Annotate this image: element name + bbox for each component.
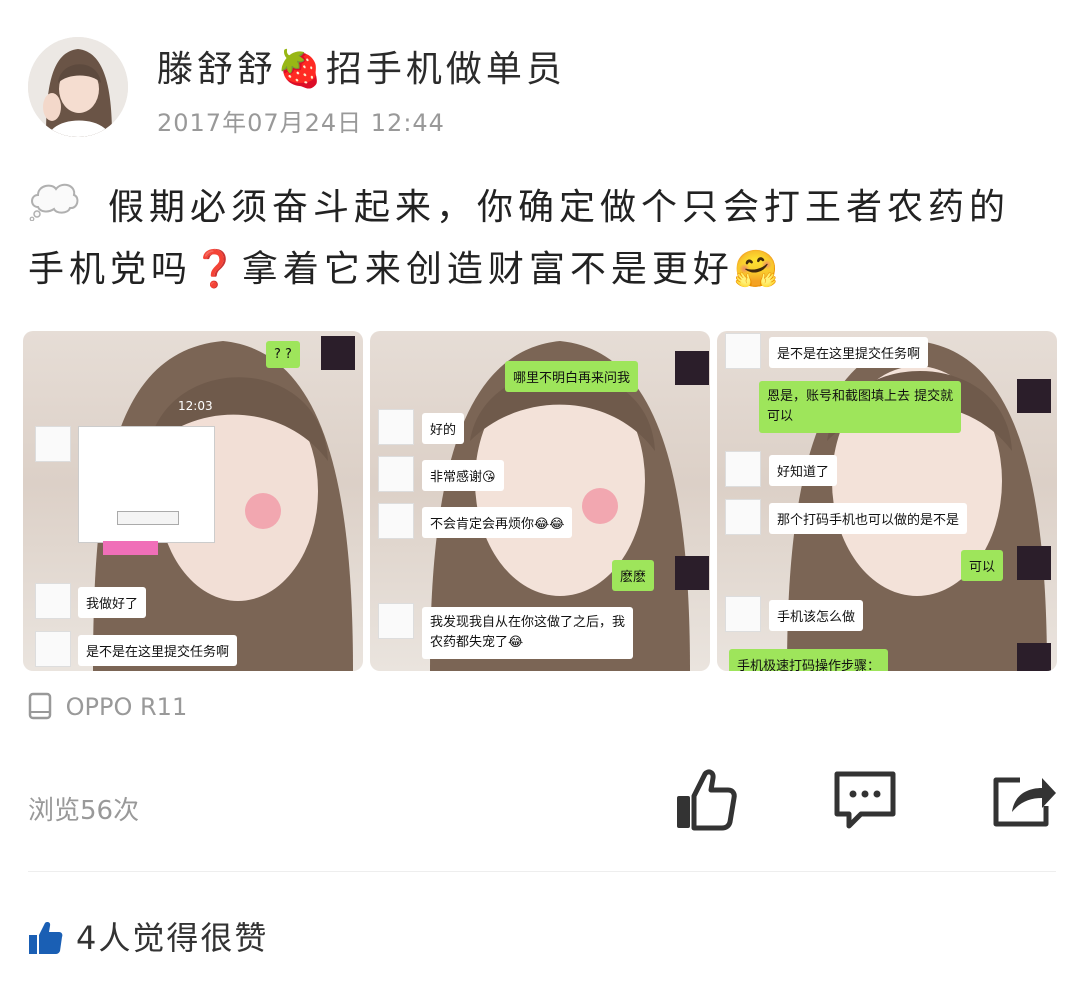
device-info: OPPO R11 bbox=[28, 692, 187, 721]
view-count: 浏览56次 bbox=[28, 796, 140, 826]
chat-bubble-line: 我发现我自从在你这做了之后，我 bbox=[430, 615, 626, 630]
chat-avatar bbox=[725, 333, 761, 369]
chat-bubble: 手机该怎么做 bbox=[769, 600, 864, 631]
thought-bubble-icon bbox=[28, 179, 80, 240]
chat-bubble: 那个打码手机也可以做的是不是 bbox=[769, 503, 968, 534]
chat-bubble: 哪里不明白再来问我 bbox=[505, 361, 639, 392]
chat-avatar bbox=[675, 351, 709, 385]
divider bbox=[28, 871, 1056, 872]
phone-icon bbox=[28, 692, 66, 721]
chat-bubble: 可以 bbox=[961, 550, 1004, 581]
likes-summary[interactable]: 4人觉得很赞 bbox=[28, 913, 268, 959]
chat-avatar bbox=[35, 426, 71, 462]
dialog-box bbox=[78, 426, 215, 543]
dialog-button bbox=[117, 511, 179, 525]
chat-bubble: 麽麽 bbox=[612, 560, 655, 591]
chat-avatar bbox=[35, 583, 71, 619]
chat-bubble-line: 可以 bbox=[767, 409, 794, 424]
chat-avatar bbox=[321, 336, 355, 370]
chat-avatar bbox=[378, 603, 414, 639]
chat-avatar bbox=[725, 451, 761, 487]
chat-avatar bbox=[1017, 379, 1051, 413]
device-name: OPPO R11 bbox=[65, 693, 188, 721]
like-button[interactable] bbox=[672, 766, 742, 836]
share-icon bbox=[993, 777, 1056, 827]
chat-bubble: 好知道了 bbox=[769, 455, 838, 486]
chat-avatar bbox=[675, 556, 709, 590]
comment-icon bbox=[834, 771, 896, 829]
chat-avatar bbox=[1017, 643, 1051, 671]
thumbs-up-icon bbox=[28, 919, 76, 957]
post-photo-2[interactable]: 哪里不明白再来问我 好的 非常感谢😘 不会肯定会再烦你😂😂 麽麽 我发现我自从在… bbox=[370, 331, 710, 671]
chat-bubble: 我发现我自从在你这做了之后，我 农药都失宠了😂 bbox=[422, 607, 634, 659]
chat-avatar bbox=[378, 456, 414, 492]
chat-bubble: 不会肯定会再烦你😂😂 bbox=[422, 507, 573, 538]
chat-avatar bbox=[35, 631, 71, 667]
chat-avatar bbox=[725, 596, 761, 632]
avatar[interactable] bbox=[28, 37, 128, 137]
chat-bubble: 好的 bbox=[422, 413, 465, 444]
post-photo-1[interactable]: 12:03 ? ? 我做好了 是不是在这里提交任务啊 bbox=[23, 331, 363, 671]
chat-bubble: 是不是在这里提交任务啊 bbox=[769, 337, 929, 368]
chat-bubble: 手机极速打码操作步骤： bbox=[729, 649, 889, 671]
avatar-image bbox=[28, 37, 128, 137]
post-timestamp: 2017年07月24日 12:44 bbox=[157, 109, 445, 137]
likes-count: 4人觉得很赞 bbox=[76, 919, 269, 957]
chat-avatar bbox=[725, 499, 761, 535]
chat-bubble: 非常感谢😘 bbox=[422, 460, 504, 491]
chat-bubble: 恩是，账号和截图填上去 提交就 可以 bbox=[759, 381, 962, 433]
comment-button[interactable] bbox=[831, 766, 899, 836]
pink-button bbox=[103, 541, 158, 555]
chat-bubble: 是不是在这里提交任务啊 bbox=[78, 635, 238, 666]
chat-bubble: 我做好了 bbox=[78, 587, 147, 618]
chat-avatar bbox=[378, 409, 414, 445]
post-text: 假期必须奋斗起来，你确定做个只会打王者农药的手机党吗❓拿着它来创造财富不是更好🤗 bbox=[28, 187, 1011, 290]
chat-avatar bbox=[378, 503, 414, 539]
phone-clock: 12:03 bbox=[178, 399, 213, 413]
chat-bubble-line: 恩是，账号和截图填上去 提交就 bbox=[767, 389, 954, 404]
chat-bubble: ? ? bbox=[266, 341, 300, 368]
thumbs-up-icon bbox=[677, 769, 737, 831]
share-button[interactable] bbox=[990, 766, 1060, 836]
post-photo-3[interactable]: 是不是在这里提交任务啊 恩是，账号和截图填上去 提交就 可以 好知道了 那个打码… bbox=[717, 331, 1057, 671]
author-name[interactable]: 滕舒舒🍓招手机做单员 bbox=[157, 40, 566, 92]
chat-avatar bbox=[1017, 546, 1051, 580]
chat-bubble-line: 农药都失宠了😂 bbox=[430, 635, 524, 650]
post-content: 假期必须奋斗起来，你确定做个只会打王者农药的手机党吗❓拿着它来创造财富不是更好🤗 bbox=[28, 178, 1048, 300]
